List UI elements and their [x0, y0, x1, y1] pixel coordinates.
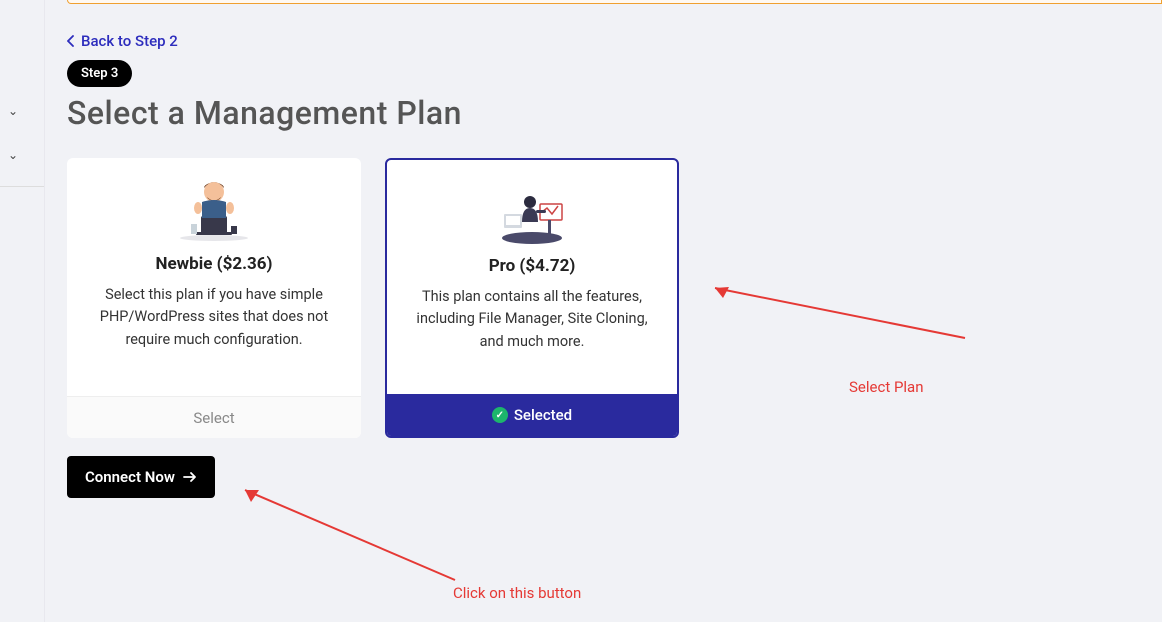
page-title: Select a Management Plan: [67, 94, 462, 132]
back-link-label: Back to Step 2: [81, 32, 178, 50]
pro-illustration: [492, 180, 572, 244]
connect-now-label: Connect Now: [85, 468, 175, 486]
plan-title: Pro ($4.72): [489, 256, 576, 276]
chevron-down-icon[interactable]: ⌄: [8, 104, 18, 118]
alert-bar: [67, 0, 1162, 4]
main-content: Back to Step 2 Step 3 Select a Managemen…: [44, 0, 1162, 622]
selected-label: Selected: [514, 406, 572, 424]
divider: [0, 186, 44, 187]
sidebar: ⌄ ⌄: [0, 0, 44, 622]
plan-card-body: Newbie ($2.36) Select this plan if you h…: [67, 158, 361, 396]
step-badge: Step 3: [67, 60, 132, 87]
select-button-label: Select: [193, 409, 234, 427]
annotation-click-button: Click on this button: [453, 584, 581, 602]
arrow-annotation-icon: [235, 480, 465, 590]
chevron-left-icon: [67, 35, 75, 47]
check-icon: ✓: [492, 407, 508, 423]
plan-card-pro[interactable]: Pro ($4.72) This plan contains all the f…: [385, 158, 679, 438]
newbie-illustration: [174, 178, 254, 242]
plan-description: This plan contains all the features, inc…: [407, 286, 657, 353]
arrow-annotation-icon: [705, 278, 975, 348]
chevron-down-icon[interactable]: ⌄: [8, 148, 18, 162]
annotation-select-plan: Select Plan: [849, 378, 924, 396]
select-button[interactable]: Select: [67, 396, 361, 438]
connect-now-button[interactable]: Connect Now: [67, 456, 215, 498]
plan-description: Select this plan if you have simple PHP/…: [87, 284, 341, 351]
plan-cards: Newbie ($2.36) Select this plan if you h…: [67, 158, 679, 438]
selected-indicator: ✓ Selected: [387, 394, 677, 436]
plan-title: Newbie ($2.36): [156, 254, 273, 274]
back-link[interactable]: Back to Step 2: [67, 32, 178, 50]
plan-card-newbie[interactable]: Newbie ($2.36) Select this plan if you h…: [67, 158, 361, 438]
plan-card-body: Pro ($4.72) This plan contains all the f…: [387, 160, 677, 394]
arrow-right-icon: [183, 471, 197, 483]
